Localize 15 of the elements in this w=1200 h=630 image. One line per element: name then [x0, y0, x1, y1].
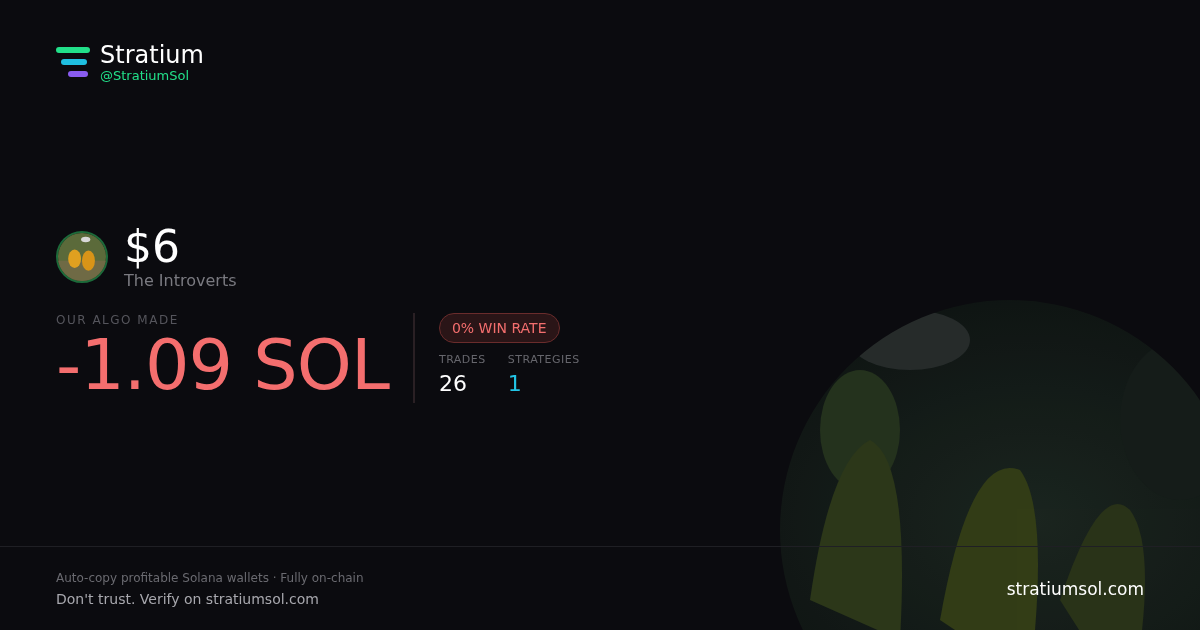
brand-name: Stratium — [100, 42, 204, 68]
stat-label: STRATEGIES — [507, 353, 580, 366]
stat-value: 26 — [438, 372, 468, 396]
token-name: The Introverts — [124, 271, 237, 291]
stat-value: 1 — [507, 372, 523, 396]
logo-icon — [56, 46, 90, 79]
token-ticker: $6 — [124, 223, 181, 271]
result-label: OUR ALGO MADE — [56, 313, 180, 327]
verify-note: Don't trust. Verify on stratiumsol.com — [56, 590, 320, 607]
tagline: Auto-copy profitable Solana wallets · Fully on-chain — [56, 570, 364, 585]
site-link[interactable]: stratiumsol.com — [1006, 578, 1144, 599]
stat-label: TRADES — [438, 353, 486, 366]
brand-handle: @StratiumSol — [100, 68, 191, 83]
profit-amount: -1.09 SOL — [56, 327, 389, 403]
win-rate-badge: 0% WIN RATE — [438, 313, 560, 343]
